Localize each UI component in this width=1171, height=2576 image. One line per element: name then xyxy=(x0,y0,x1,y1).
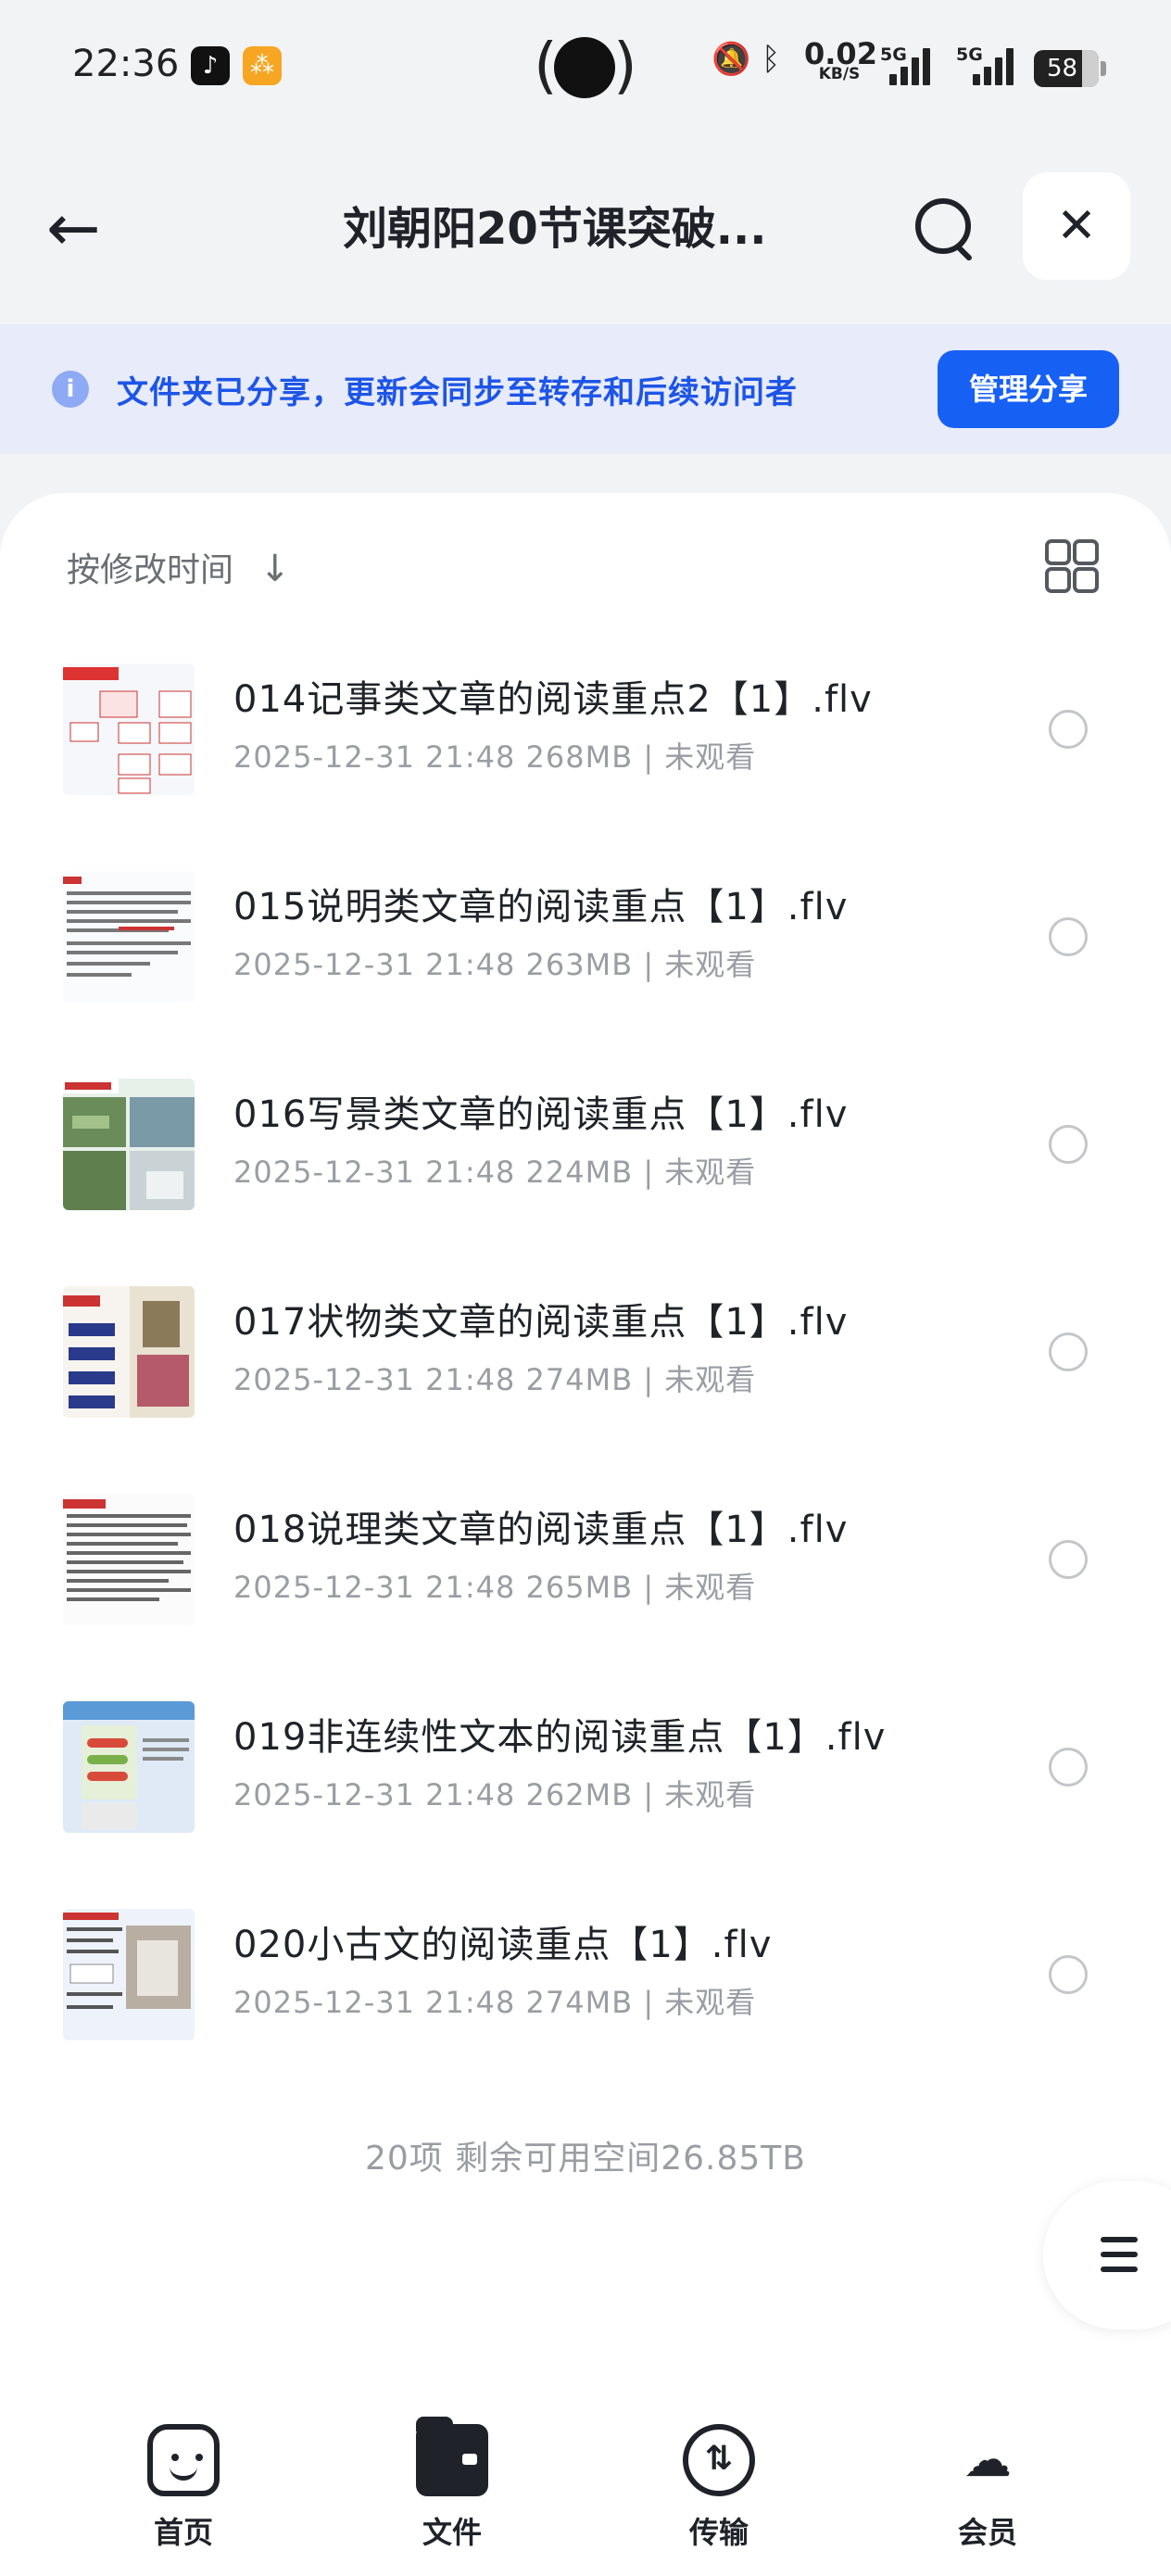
bottom-nav: 首页 文件 ⇅ 传输 ☁ 会员 xyxy=(0,2383,1171,2576)
select-radio[interactable] xyxy=(1049,1955,1088,1994)
battery-icon: 58 xyxy=(1034,50,1106,87)
wallet-folder-icon xyxy=(416,2417,488,2496)
sort-control[interactable]: 按修改时间 ↓ xyxy=(67,543,291,591)
top-header: ← 刘朝阳20节课突破... ✕ xyxy=(0,172,1171,284)
select-radio[interactable] xyxy=(1049,1540,1088,1579)
nav-home[interactable]: 首页 xyxy=(109,2424,258,2552)
file-row[interactable]: 017状物类文章的阅读重点【1】.flv 2025-12-31 21:48 27… xyxy=(0,1260,1171,1468)
share-notice-text: 文件夹已分享，更新会同步至转存和后续访问者 xyxy=(117,374,798,411)
file-meta: 2025-12-31 21:48 224MB | 未观看 xyxy=(233,1155,757,1190)
info-icon: i xyxy=(52,371,89,408)
file-name: 020小古文的阅读重点【1】.flv xyxy=(233,1924,773,1966)
file-name: 016写景类文章的阅读重点【1】.flv xyxy=(233,1093,849,1136)
nav-files[interactable]: 文件 xyxy=(378,2417,526,2552)
video-thumbnail xyxy=(63,1494,195,1625)
video-thumbnail xyxy=(63,1079,195,1210)
manage-share-button[interactable]: 管理分享 xyxy=(938,350,1119,428)
sort-down-icon: ↓ xyxy=(259,548,291,590)
file-name: 015说明类文章的阅读重点【1】.flv xyxy=(233,886,849,928)
file-name: 018说理类文章的阅读重点【1】.flv xyxy=(233,1509,849,1551)
menu-icon xyxy=(1101,2237,1138,2242)
video-thumbnail xyxy=(63,663,195,795)
video-thumbnail xyxy=(63,1909,195,2040)
file-row[interactable]: 018说理类文章的阅读重点【1】.flv 2025-12-31 21:48 26… xyxy=(0,1468,1171,1675)
grid-view-icon[interactable] xyxy=(1045,539,1099,593)
page-title: 刘朝阳20节课突破... xyxy=(343,203,767,255)
file-row[interactable]: 020小古文的阅读重点【1】.flv 2025-12-31 21:48 274M… xyxy=(0,1883,1171,2090)
nav-label: 传输 xyxy=(688,2515,749,2550)
menu-float-button[interactable] xyxy=(1043,2181,1171,2330)
file-name: 019非连续性文本的阅读重点【1】.flv xyxy=(233,1716,887,1759)
video-thumbnail xyxy=(63,871,195,1003)
search-icon[interactable] xyxy=(915,198,975,262)
close-button[interactable]: ✕ xyxy=(1023,172,1130,280)
file-meta: 2025-12-31 21:48 274MB | 未观看 xyxy=(233,1362,757,1397)
nav-label: 首页 xyxy=(153,2515,213,2550)
camera-cutout-icon: ( ) xyxy=(534,30,637,101)
share-notice-banner: i 文件夹已分享，更新会同步至转存和后续访问者 管理分享 xyxy=(0,324,1171,454)
close-icon: ✕ xyxy=(1056,198,1097,254)
file-meta: 2025-12-31 21:48 268MB | 未观看 xyxy=(233,739,757,775)
file-row[interactable]: 015说明类文章的阅读重点【1】.flv 2025-12-31 21:48 26… xyxy=(0,845,1171,1053)
select-radio[interactable] xyxy=(1049,1332,1088,1371)
nav-transfer[interactable]: ⇅ 传输 xyxy=(645,2424,793,2552)
status-time: 22:36 xyxy=(72,43,180,85)
transfer-icon: ⇅ xyxy=(683,2424,755,2496)
tiktok-app-icon: ♪ xyxy=(191,46,230,85)
file-meta: 2025-12-31 21:48 265MB | 未观看 xyxy=(233,1570,757,1605)
select-radio[interactable] xyxy=(1049,1748,1088,1787)
file-row[interactable]: 019非连续性文本的阅读重点【1】.flv 2025-12-31 21:48 2… xyxy=(0,1675,1171,1883)
nav-member[interactable]: ☁ 会员 xyxy=(913,2424,1062,2552)
app-notification-icon: ⁂ xyxy=(243,46,282,85)
home-face-icon xyxy=(147,2424,220,2496)
file-name: 017状物类文章的阅读重点【1】.flv xyxy=(233,1301,849,1344)
file-list-panel: 按修改时间 ↓ 014记事类文章的阅读重点2【1】.flv 2025-12-31 … xyxy=(0,493,1171,2383)
member-cloud-icon: ☁ xyxy=(963,2432,1012,2488)
nav-label: 会员 xyxy=(957,2515,1017,2550)
select-radio[interactable] xyxy=(1049,917,1088,956)
net-speed: 0.02 KB/S xyxy=(804,36,877,83)
file-row[interactable]: 016写景类文章的阅读重点【1】.flv 2025-12-31 21:48 22… xyxy=(0,1053,1171,1260)
storage-summary: 20项 剩余可用空间26.85TB xyxy=(364,2140,806,2178)
sort-label: 按修改时间 xyxy=(67,551,234,589)
file-meta: 2025-12-31 21:48 274MB | 未观看 xyxy=(233,1985,757,2020)
file-name: 014记事类文章的阅读重点2【1】.flv xyxy=(233,678,873,721)
back-arrow-icon[interactable]: ← xyxy=(46,191,130,265)
file-meta: 2025-12-31 21:48 263MB | 未观看 xyxy=(233,947,757,982)
status-bar: 22:36 ♪ ⁂ ( ) 🔕 ᛒ 0.02 KB/S 5G 5G 58 xyxy=(0,0,1171,139)
nav-label: 文件 xyxy=(422,2515,482,2550)
bluetooth-icon: ᛒ xyxy=(762,41,781,78)
video-thumbnail xyxy=(63,1286,195,1418)
file-meta: 2025-12-31 21:48 262MB | 未观看 xyxy=(233,1777,757,1812)
file-row[interactable]: 014记事类文章的阅读重点2【1】.flv 2025-12-31 21:48 2… xyxy=(0,638,1171,845)
video-thumbnail xyxy=(63,1701,195,1833)
signal-icon xyxy=(889,48,934,85)
signal-icon-2 xyxy=(973,48,1017,85)
select-radio[interactable] xyxy=(1049,710,1088,749)
mute-icon: 🔕 xyxy=(711,41,751,78)
select-radio[interactable] xyxy=(1049,1125,1088,1164)
